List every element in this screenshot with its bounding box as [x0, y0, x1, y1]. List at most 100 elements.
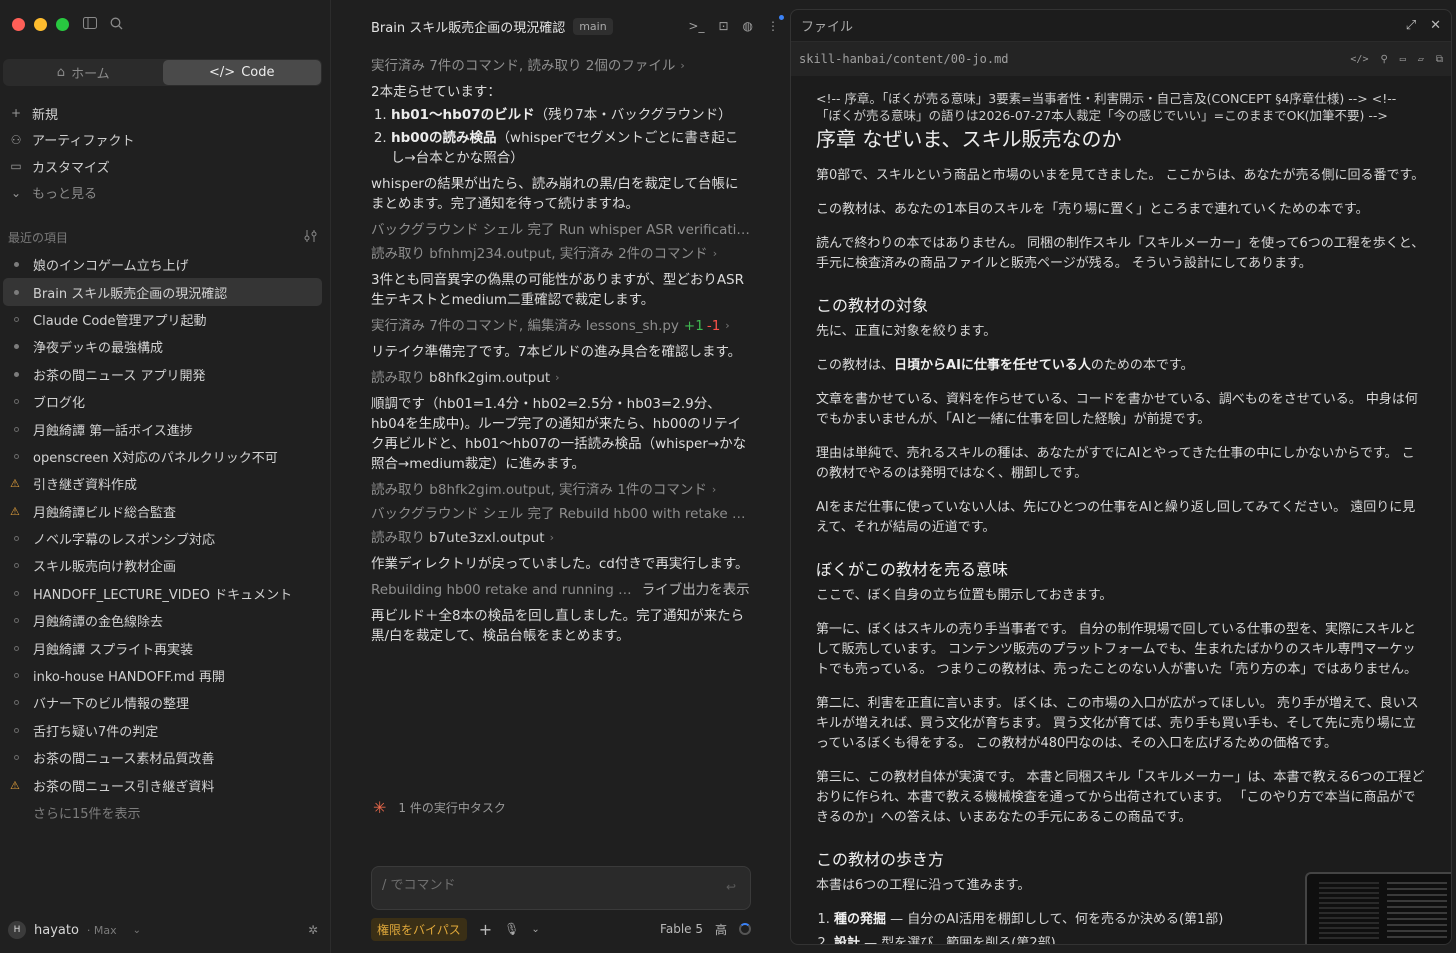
chevron-right-icon: ›: [555, 371, 560, 384]
recent-item-label: 月蝕綺譚の金色線除去: [33, 615, 164, 631]
recent-item-label: ノベル字幕のレスポンシブ対応: [33, 533, 216, 549]
chevron-down-icon: ⌄: [10, 185, 22, 200]
expand-icon[interactable]: ⤢: [1406, 18, 1416, 33]
search-icon[interactable]: ⚲: [1380, 54, 1387, 65]
assistant-message: 3件とも同音異字の偽黒の可能性がありますが、型どおりASR生テキストとmediu…: [371, 272, 745, 308]
warning-icon: ⚠: [10, 477, 20, 491]
recent-item-label: Claude Code管理アプリ起動: [33, 313, 207, 329]
recent-item[interactable]: 娘のインコゲーム立ち上げ: [3, 251, 322, 278]
chevron-down-icon: ⌄: [132, 924, 142, 936]
paragraph: AIをまだ仕事に使っていない人は、先にひとつの仕事をAIと繰り返し回してみてくだ…: [816, 500, 1416, 535]
recent-item[interactable]: 月蝕綺譚 第一話ボイス進捗: [3, 415, 322, 442]
search-icon[interactable]: [108, 15, 124, 31]
debug-icon[interactable]: ✲: [308, 923, 318, 937]
code-view-icon[interactable]: </>: [1350, 54, 1368, 65]
microphone-icon[interactable]: 🎙︎: [504, 922, 519, 936]
recent-item[interactable]: 浄夜デッキの最強構成: [3, 333, 322, 360]
tool-summary[interactable]: 読み取り b7ute3zxl.output ›: [371, 528, 751, 548]
recent-item[interactable]: お茶の間ニュース アプリ開発: [3, 361, 322, 388]
tool-summary-text: バックグラウンド シェル 完了 Run whisper ASR verifica…: [371, 222, 750, 238]
recent-item[interactable]: HANDOFF_LECTURE_VIDEO ドキュメント: [3, 580, 322, 607]
command-input[interactable]: [382, 878, 702, 893]
chevron-down-icon[interactable]: ⌄: [531, 924, 539, 935]
show-more-link[interactable]: さらに15件を表示: [3, 799, 322, 826]
tool-summary-text: Rebuilding hb00 retake and running …: [371, 582, 632, 598]
filter-icon[interactable]: [304, 230, 318, 245]
recent-item[interactable]: inko-house HANDOFF.md 再開: [3, 662, 322, 689]
tool-summary-text: 実行済み 7件のコマンド, 編集済み lessons_sh.py: [371, 318, 679, 334]
effort-selector[interactable]: 高: [715, 921, 727, 938]
chevron-right-icon: ›: [680, 59, 685, 72]
tool-summary[interactable]: Rebuilding hb00 retake and running … ライブ出…: [371, 580, 751, 600]
home-icon: ⌂: [56, 65, 66, 80]
recent-item-label: 娘のインコゲーム立ち上げ: [33, 259, 189, 275]
copy-icon[interactable]: ⧉: [1436, 54, 1443, 65]
bypass-permissions-button[interactable]: 権限をバイパス: [371, 917, 467, 941]
tool-summary[interactable]: 実行済み 7件のコマンド, 読み取り 2個のファイル ›: [371, 56, 751, 76]
recent-item[interactable]: Brain スキル販売企画の現況確認: [3, 278, 322, 306]
mode-home-label: ホーム: [71, 67, 110, 82]
recent-item[interactable]: スキル販売向け教材企画: [3, 552, 322, 579]
add-icon[interactable]: +: [479, 920, 492, 939]
tool-summary[interactable]: バックグラウンド シェル 完了 Rebuild hb00 with retake…: [371, 504, 751, 524]
sidebar-nav-item[interactable]: + 新規: [0, 100, 331, 127]
minimize-window-button[interactable]: [34, 18, 47, 31]
recent-item[interactable]: お茶の間ニュース素材品質改善: [3, 744, 322, 771]
sidebar-nav-item[interactable]: ⚇ アーティファクト: [0, 127, 331, 154]
recent-item-label: inko-house HANDOFF.md 再開: [33, 670, 225, 686]
zoom-window-button[interactable]: [56, 18, 69, 31]
sidebar-nav-item[interactable]: ⌄ もっと見る: [0, 180, 331, 207]
composer-toolbar: 権限をバイパス + 🎙︎ ⌄ Fable 5 高: [371, 917, 751, 941]
assistant-message: リテイク準備完了です。7本ビルドの進み具合を確認します。: [371, 344, 742, 360]
tool-summary[interactable]: 実行済み 7件のコマンド, 編集済み lessons_sh.py +1 -1 ›: [371, 316, 751, 336]
status-dot: [14, 727, 19, 733]
enter-icon[interactable]: ↩: [726, 880, 736, 894]
more-menu-icon[interactable]: ⋮: [767, 15, 784, 33]
branch-badge[interactable]: main: [573, 17, 613, 35]
recent-item[interactable]: openscreen X対応のパネルクリック不可: [3, 443, 322, 470]
paragraph: ここで、ぼく自身の立ち位置も開示しておきます。: [816, 588, 1113, 603]
folder-icon[interactable]: ▭: [1400, 54, 1406, 65]
paragraph-text: この教材は、: [816, 358, 895, 373]
globe-icon[interactable]: ◍: [743, 19, 753, 33]
model-selector[interactable]: Fable 5: [660, 922, 703, 936]
status-dot: [14, 371, 19, 377]
recent-item[interactable]: ⚠ 月蝕綺譚ビルド総合監査: [3, 498, 322, 525]
user-name: hayato: [34, 922, 79, 938]
status-dot: [14, 590, 19, 596]
user-menu[interactable]: H hayato · Max ⌄ ✲: [8, 921, 318, 939]
mode-home-tab[interactable]: ⌂ ホーム: [4, 60, 163, 85]
tool-summary[interactable]: 読み取り b8hfk2gim.output, 実行済み 1件のコマンド ›: [371, 480, 751, 500]
recent-item[interactable]: ブログ化: [3, 388, 322, 415]
close-icon[interactable]: ✕: [1430, 18, 1441, 33]
screen-thumbnail[interactable]: [1305, 872, 1451, 944]
close-window-button[interactable]: [12, 18, 25, 31]
tool-summary[interactable]: 読み取り bfnhmj234.output, 実行済み 2件のコマンド ›: [371, 244, 751, 264]
recent-item[interactable]: 舌打ち疑い7件の判定: [3, 717, 322, 744]
context-usage-icon[interactable]: [739, 923, 751, 935]
status-dot: [14, 399, 19, 405]
sidebar-nav-item[interactable]: ▭ カスタマイズ: [0, 153, 331, 180]
show-live-output-link[interactable]: ライブ出力を表示: [642, 580, 750, 600]
export-icon[interactable]: ⊡: [718, 19, 728, 33]
recent-item[interactable]: 月蝕綺譚の金色線除去: [3, 607, 322, 634]
tool-summary[interactable]: バックグラウンド シェル 完了 Run whisper ASR verifica…: [371, 220, 751, 240]
recent-item-label: お茶の間ニュース素材品質改善: [33, 752, 215, 768]
open-folder-icon[interactable]: ▱: [1418, 54, 1424, 65]
chat-panel: Brain スキル販売企画の現況確認 main >_ ⊡ ◍ ⋮ 実行済み 7件…: [331, 0, 787, 953]
recent-item[interactable]: ⚠ 引き継ぎ資料作成: [3, 470, 322, 497]
terminal-icon[interactable]: >_: [688, 19, 704, 33]
list-item-bold: 種の発掘: [834, 912, 887, 927]
recent-item[interactable]: ノベル字幕のレスポンシブ対応: [3, 525, 322, 552]
sidebar-toggle-icon[interactable]: [82, 15, 98, 31]
recent-item[interactable]: ⚠ お茶の間ニュース引き継ぎ資料: [3, 771, 322, 798]
tool-summary-text: 読み取り: [371, 370, 425, 386]
running-tasks[interactable]: ✳ 1 件の実行中タスク: [373, 798, 506, 817]
recent-item[interactable]: Claude Code管理アプリ起動: [3, 306, 322, 333]
recent-item[interactable]: 月蝕綺譚 スプライト再実装: [3, 634, 322, 661]
recent-item[interactable]: バナー下のビル情報の整理: [3, 689, 322, 716]
task-list: hb01〜hb07のビルド（残り7本・バックグラウンド） hb00の読み検品（w…: [371, 105, 751, 168]
tool-summary[interactable]: 読み取り b8hfk2gim.output ›: [371, 368, 751, 388]
mode-code-tab[interactable]: </> Code: [162, 60, 321, 85]
warning-icon: ⚠: [10, 504, 20, 518]
